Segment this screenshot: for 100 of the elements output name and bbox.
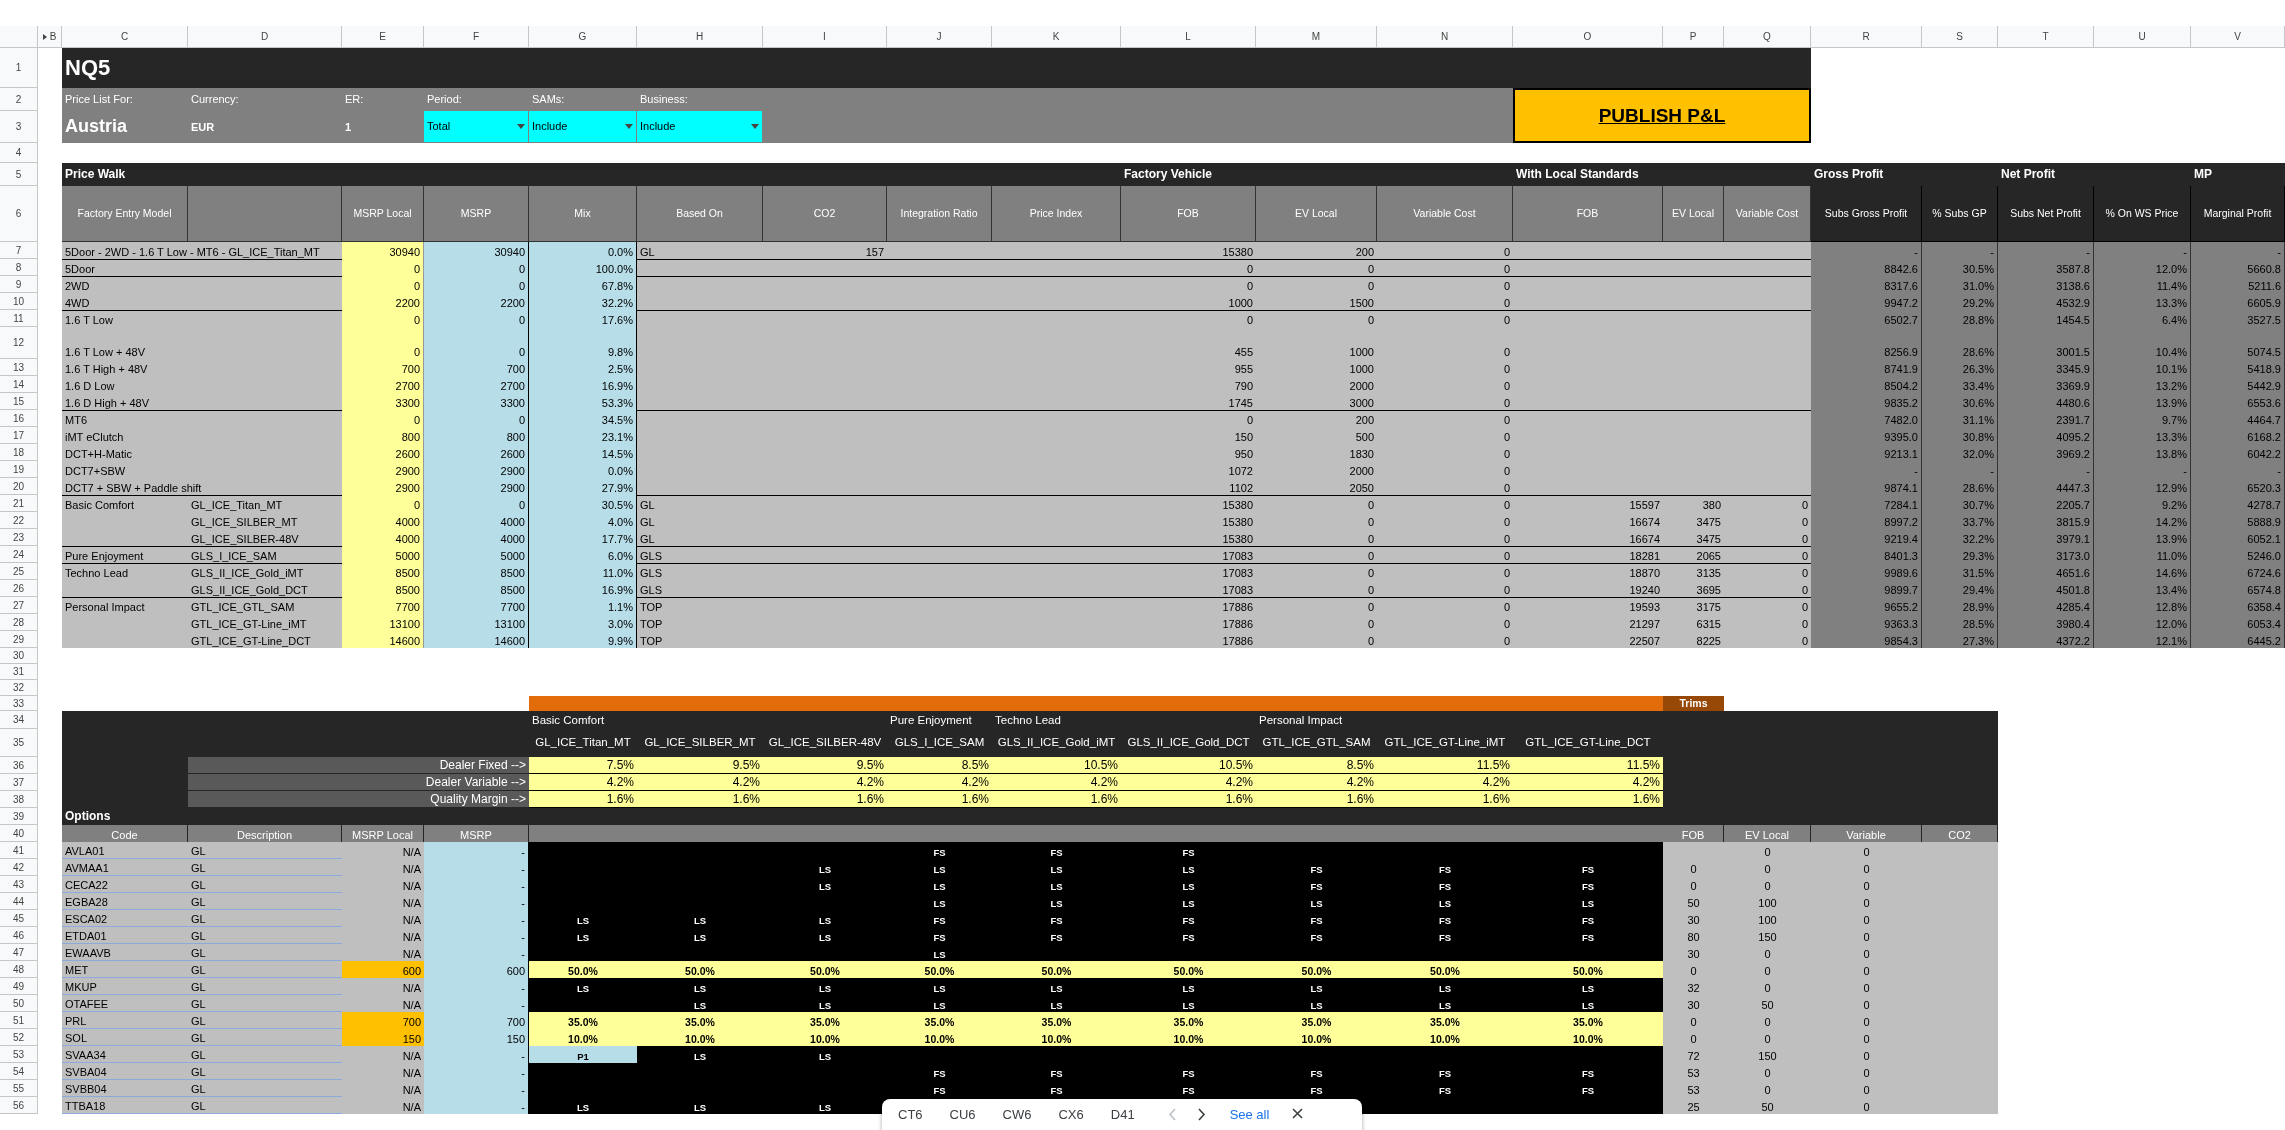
row-number[interactable]: 32 (0, 680, 38, 696)
row-number[interactable]: 36 (0, 757, 38, 774)
column-header[interactable]: B (38, 26, 62, 48)
row-number[interactable]: 4 (0, 143, 38, 163)
column-header[interactable]: C (62, 26, 188, 48)
column-header[interactable]: S (1922, 26, 1998, 48)
row-number[interactable]: 43 (0, 876, 38, 893)
row-number[interactable]: 18 (0, 444, 38, 461)
see-all-link[interactable]: See all (1229, 1105, 1270, 1124)
row-number[interactable]: 44 (0, 893, 38, 910)
row-number[interactable]: 19 (0, 461, 38, 478)
column-header: GLS_II_ICE_Gold_DCT (1126, 735, 1251, 751)
row-number[interactable]: 15 (0, 393, 38, 410)
row-number[interactable]: 56 (0, 1097, 38, 1114)
row-number[interactable]: 8 (0, 259, 38, 276)
arrow-icon[interactable] (42, 33, 47, 40)
suggestion-chip[interactable]: CX6 (1058, 1105, 1084, 1124)
row-number[interactable]: 10 (0, 293, 38, 310)
row-number[interactable]: 5 (0, 163, 38, 186)
row-number[interactable]: 6 (0, 186, 38, 242)
table-cell: 2391.7 (1998, 410, 2094, 427)
row-number[interactable]: 35 (0, 729, 38, 757)
row-number[interactable]: 47 (0, 944, 38, 961)
row-number[interactable]: 55 (0, 1080, 38, 1097)
row-number[interactable]: 7 (0, 242, 38, 259)
column-header[interactable]: T (1998, 26, 2094, 48)
column-header[interactable]: F (424, 26, 529, 48)
row-number[interactable]: 1 (0, 48, 38, 88)
row-number[interactable]: 29 (0, 631, 38, 648)
table-cell: SVBA04 (62, 1063, 188, 1080)
row-number[interactable]: 42 (0, 859, 38, 876)
suggestion-chip[interactable]: CT6 (898, 1105, 923, 1124)
row-number[interactable]: 34 (0, 711, 38, 729)
row-number[interactable]: 50 (0, 995, 38, 1012)
table-cell-text: 3175 (1695, 600, 1722, 614)
column-header[interactable]: V (2191, 26, 2285, 48)
column-header[interactable]: J (887, 26, 992, 48)
suggestion-chip[interactable]: CU6 (949, 1105, 976, 1124)
row-number[interactable]: 52 (0, 1029, 38, 1046)
table-cell: 13.9% (2094, 529, 2191, 546)
row-number[interactable]: 20 (0, 478, 38, 495)
table-cell-text: 0 (1502, 296, 1511, 310)
row-number[interactable]: 51 (0, 1012, 38, 1029)
column-header[interactable]: M (1256, 26, 1377, 48)
column-header[interactable]: R (1811, 26, 1922, 48)
suggestion-chip[interactable]: D41 (1110, 1105, 1135, 1124)
row-number[interactable]: 17 (0, 427, 38, 444)
column-header[interactable]: G (529, 26, 637, 48)
row-number[interactable]: 40 (0, 825, 38, 842)
table-cell-text: 1000 (1348, 345, 1375, 359)
row-number[interactable]: 37 (0, 774, 38, 791)
column-header[interactable]: Q (1724, 26, 1811, 48)
row-number[interactable]: 28 (0, 614, 38, 631)
row-number[interactable]: 3 (0, 111, 38, 143)
column-header[interactable]: H (637, 26, 763, 48)
column-header[interactable]: I (763, 26, 887, 48)
table-cell: 13.2% (2094, 376, 2191, 393)
row-number[interactable]: 9 (0, 276, 38, 293)
row-number[interactable]: 31 (0, 664, 38, 680)
column-header[interactable]: D (188, 26, 342, 48)
row-number[interactable]: 22 (0, 512, 38, 529)
row-number[interactable]: 2 (0, 88, 38, 111)
column-header[interactable]: U (2094, 26, 2191, 48)
column-header[interactable]: P (1663, 26, 1724, 48)
row-number[interactable]: 49 (0, 978, 38, 995)
row-number[interactable]: 45 (0, 910, 38, 927)
row-number[interactable]: 48 (0, 961, 38, 978)
table-cell: 4.2% (1256, 774, 1377, 791)
row-number[interactable]: 14 (0, 376, 38, 393)
row-number[interactable]: 13 (0, 359, 38, 376)
table-cell: 30.6% (1922, 393, 1998, 410)
publish-button[interactable]: PUBLISH P&L (1513, 88, 1811, 143)
row-number[interactable]: 46 (0, 927, 38, 944)
row-number[interactable]: 21 (0, 495, 38, 512)
column-header[interactable]: O (1513, 26, 1663, 48)
row-number[interactable]: 24 (0, 546, 38, 563)
row-number[interactable]: 16 (0, 410, 38, 427)
row-number[interactable]: 26 (0, 580, 38, 597)
row-number[interactable]: 33 (0, 696, 38, 711)
table-cell-text: GLS_II_ICE_Gold_iMT (190, 566, 305, 580)
column-header[interactable]: L (1121, 26, 1256, 48)
dropdown[interactable]: Total (424, 111, 529, 143)
row-number[interactable]: 11 (0, 310, 38, 327)
suggestion-chip[interactable]: CW6 (1002, 1105, 1032, 1124)
row-number[interactable]: 23 (0, 529, 38, 546)
row-number[interactable]: 25 (0, 563, 38, 580)
column-header[interactable]: K (992, 26, 1121, 48)
column-header[interactable]: N (1377, 26, 1513, 48)
row-number[interactable]: 53 (0, 1046, 38, 1063)
row-number[interactable]: 30 (0, 648, 38, 664)
row-number[interactable]: 38 (0, 791, 38, 808)
row-number[interactable]: 27 (0, 597, 38, 614)
row-number[interactable]: 54 (0, 1063, 38, 1080)
dropdown[interactable]: Include (529, 111, 637, 143)
dropdown[interactable]: Include (637, 111, 763, 143)
row-number[interactable]: 39 (0, 808, 38, 825)
row-number[interactable]: 41 (0, 842, 38, 859)
table-cell: 0 (342, 327, 424, 359)
column-header[interactable]: E (342, 26, 424, 48)
row-number[interactable]: 12 (0, 327, 38, 359)
